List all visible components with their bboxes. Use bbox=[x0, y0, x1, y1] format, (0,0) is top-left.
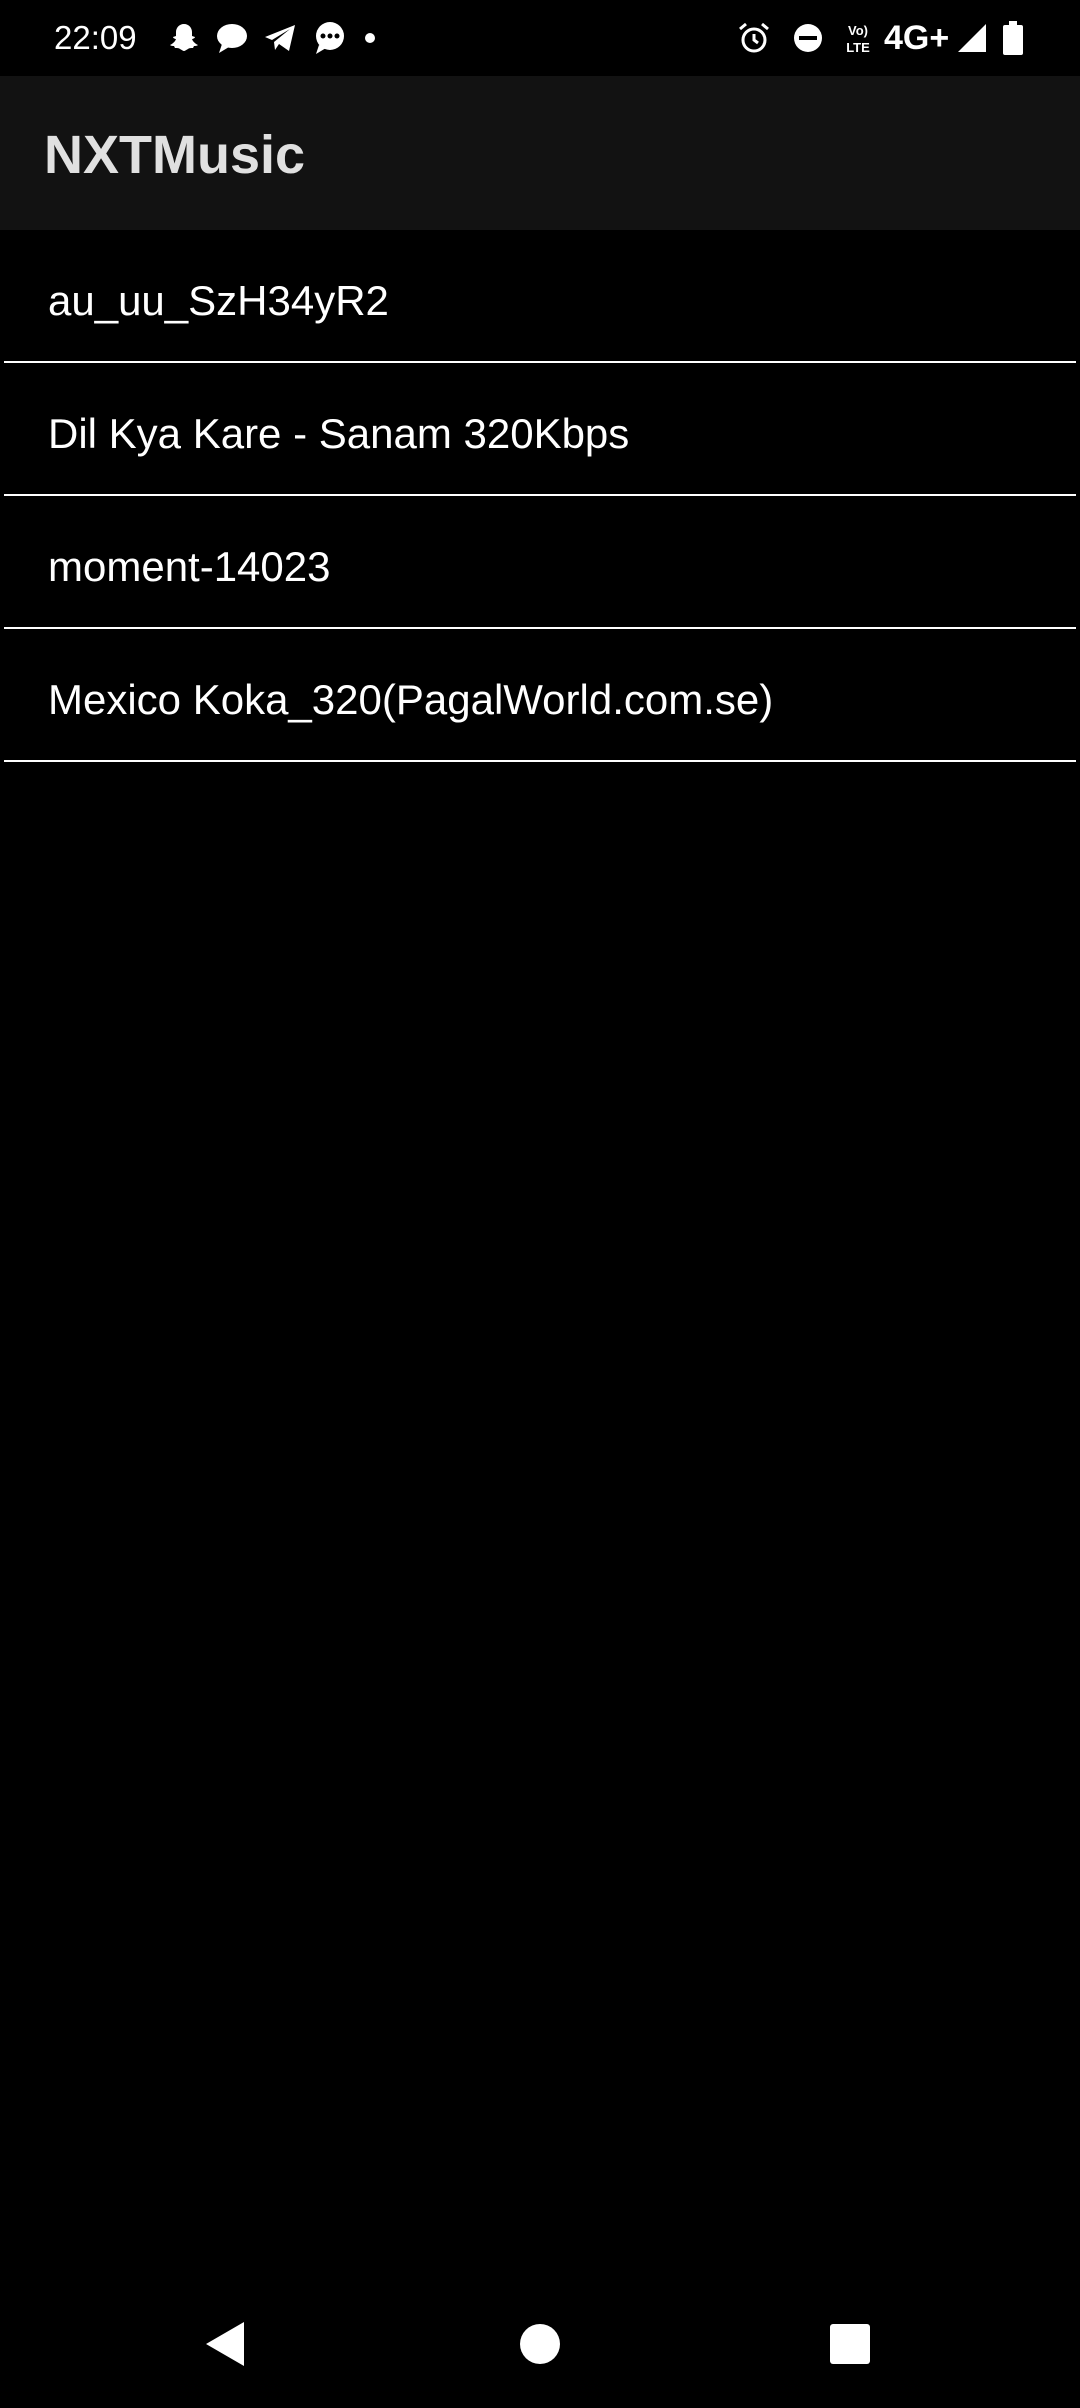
dot-icon bbox=[365, 33, 375, 43]
volte-icon: Vo) LTE bbox=[846, 23, 870, 55]
recents-icon[interactable] bbox=[810, 2304, 890, 2384]
svg-text:Vo): Vo) bbox=[848, 23, 868, 38]
home-icon[interactable] bbox=[500, 2304, 580, 2384]
signal-icon bbox=[958, 24, 986, 52]
telegram-icon bbox=[265, 25, 295, 51]
status-bar: 22:09 Vo) LTE 4G+ bbox=[0, 0, 1080, 76]
snapchat-icon bbox=[170, 24, 198, 51]
status-time: 22:09 bbox=[54, 19, 137, 56]
song-list: au_uu_SzH34yR2 Dil Kya Kare - Sanam 320K… bbox=[0, 230, 1080, 762]
song-title: moment-14023 bbox=[48, 543, 331, 590]
song-list-item[interactable]: Dil Kya Kare - Sanam 320Kbps bbox=[4, 363, 1076, 496]
network-type: 4G+ bbox=[884, 19, 950, 57]
alarm-icon bbox=[739, 22, 769, 53]
app-bar: NXTMusic bbox=[0, 76, 1080, 230]
app-title: NXTMusic bbox=[44, 125, 306, 185]
song-title: Dil Kya Kare - Sanam 320Kbps bbox=[48, 410, 630, 457]
song-list-item[interactable]: au_uu_SzH34yR2 bbox=[4, 230, 1076, 363]
song-title: Mexico Koka_320(PagalWorld.com.se) bbox=[48, 676, 774, 723]
dnd-icon bbox=[794, 24, 822, 52]
back-icon[interactable] bbox=[186, 2304, 266, 2384]
song-list-item[interactable]: moment-14023 bbox=[4, 496, 1076, 629]
message-icon bbox=[217, 24, 247, 53]
navigation-bar bbox=[0, 2280, 1080, 2408]
svg-text:LTE: LTE bbox=[846, 40, 870, 55]
battery-icon bbox=[1003, 21, 1023, 55]
song-title: au_uu_SzH34yR2 bbox=[48, 277, 389, 324]
song-list-item[interactable]: Mexico Koka_320(PagalWorld.com.se) bbox=[4, 629, 1076, 762]
chat-icon bbox=[316, 22, 344, 54]
